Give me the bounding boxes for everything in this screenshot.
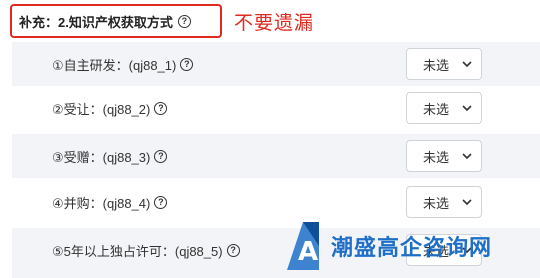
- chevron-down-icon: [462, 61, 472, 68]
- select-qj88-2[interactable]: 未选: [406, 92, 482, 124]
- field-label-text: ⑤5年以上独占许可：(qj88_5): [52, 243, 223, 259]
- field-label: ①自主研发：(qj88_1) ?: [52, 42, 194, 86]
- annotation-note: 不要遗漏: [234, 12, 315, 34]
- form-row-qj88-1: ①自主研发：(qj88_1) ? 未选: [12, 42, 540, 86]
- select-qj88-3[interactable]: 未选: [406, 140, 482, 172]
- question-circle-icon[interactable]: ?: [154, 195, 168, 209]
- select-qj88-1[interactable]: 未选: [406, 48, 482, 80]
- chevron-down-icon: [462, 105, 472, 112]
- field-label: ②受让：(qj88_2) ?: [52, 86, 168, 130]
- field-label: ⑤5年以上独占许可：(qj88_5) ?: [52, 228, 240, 272]
- field-label: ③受赠：(qj88_3) ?: [52, 134, 168, 178]
- select-value: 未选: [423, 149, 450, 165]
- watermark-logo-icon: A: [287, 222, 319, 270]
- question-circle-icon[interactable]: ?: [177, 14, 191, 28]
- question-circle-icon[interactable]: ?: [154, 101, 168, 115]
- field-label-text: ②受让：(qj88_2): [52, 101, 151, 117]
- select-value: 未选: [423, 195, 450, 211]
- watermark-text: 潮盛高企咨询网: [331, 235, 493, 261]
- form-row-qj88-2: ②受让：(qj88_2) ? 未选: [12, 86, 540, 130]
- field-label: ④并购：(qj88_4) ?: [52, 180, 168, 224]
- question-circle-icon[interactable]: ?: [154, 149, 168, 163]
- watermark: A 潮盛高企咨询网: [283, 214, 540, 278]
- field-label-text: ①自主研发：(qj88_1): [52, 57, 177, 73]
- field-label-text: ③受赠：(qj88_3): [52, 149, 151, 165]
- select-value: 未选: [423, 57, 450, 73]
- section-title: 补充：2.知识产权获取方式: [19, 14, 173, 30]
- chevron-down-icon: [462, 153, 472, 160]
- svg-text:A: A: [298, 237, 318, 267]
- question-circle-icon[interactable]: ?: [226, 243, 240, 257]
- select-value: 未选: [423, 101, 450, 117]
- chevron-down-icon: [462, 199, 472, 206]
- question-circle-icon[interactable]: ?: [180, 57, 194, 71]
- form-row-qj88-3: ③受赠：(qj88_3) ? 未选: [12, 134, 540, 178]
- section-header: 补充：2.知识产权获取方式 ?: [10, 4, 222, 38]
- field-label-text: ④并购：(qj88_4): [52, 195, 151, 211]
